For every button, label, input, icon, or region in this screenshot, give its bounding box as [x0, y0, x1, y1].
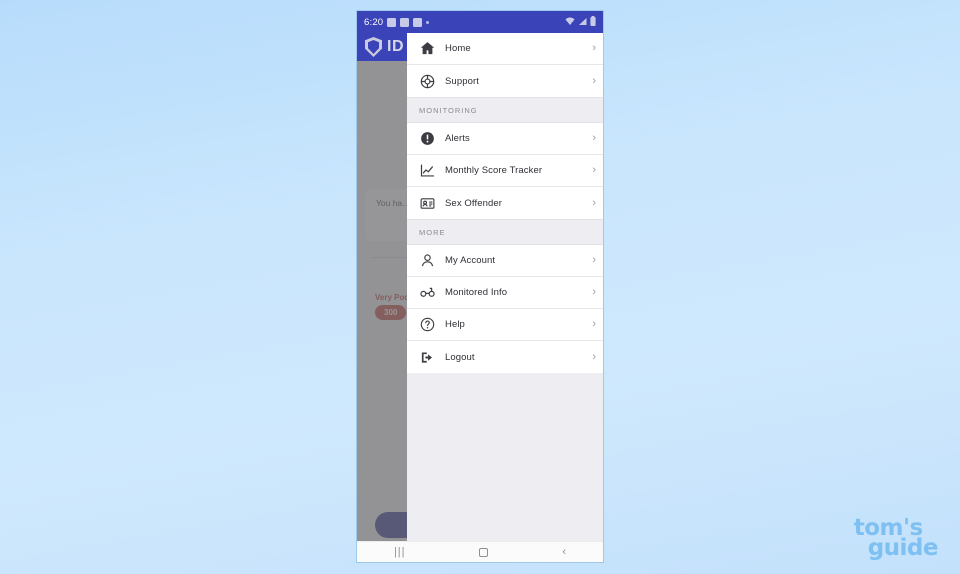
drawer-item-label: Monitored Info — [445, 287, 508, 298]
drawer-section-header-monitoring: MONITORING — [407, 97, 603, 123]
home-icon — [419, 41, 435, 57]
drawer-item-sex-offender[interactable]: Sex Offender › — [407, 187, 603, 219]
drawer-item-label: Monthly Score Tracker — [445, 165, 543, 176]
chevron-right-icon: › — [592, 42, 596, 54]
drawer-item-label: Help — [445, 319, 465, 330]
app-logo-text: ID — [387, 38, 404, 55]
chevron-right-icon: › — [592, 254, 596, 266]
glasses-icon — [419, 285, 435, 301]
drawer-item-label: My Account — [445, 255, 496, 266]
chart-line-icon — [419, 163, 435, 179]
drawer-item-support[interactable]: Support › — [407, 65, 603, 97]
battery-icon — [590, 13, 596, 31]
drawer-item-label: Home — [445, 43, 471, 54]
drawer-edge-shadow — [603, 33, 604, 543]
drawer-section-header-more: MORE — [407, 219, 603, 245]
save-icon — [387, 17, 397, 27]
android-nav-bar: ||| ‹ — [357, 541, 603, 562]
chevron-right-icon: › — [592, 132, 596, 144]
drawer-section-monitoring: Alerts › Monthly Score Tracker › Sex Off… — [407, 123, 603, 219]
status-clock: 6:20 — [364, 16, 384, 28]
status-bar-right — [565, 13, 596, 31]
drawer-item-label: Sex Offender — [445, 197, 503, 209]
drawer-item-label: Logout — [445, 351, 475, 363]
chevron-right-icon: › — [592, 164, 596, 176]
status-bar: 6:20 — [357, 11, 603, 33]
drawer-item-monthly-score-tracker[interactable]: Monthly Score Tracker › — [407, 155, 603, 187]
question-circle-icon — [419, 317, 435, 333]
drawer-section-more: My Account › Monitored Info › Help › Log… — [407, 245, 603, 373]
watermark: tom's guide — [854, 517, 939, 561]
drawer-item-monitored-info[interactable]: Monitored Info › — [407, 277, 603, 309]
watermark-line-2: guide — [867, 535, 939, 561]
chevron-right-icon: › — [592, 196, 596, 209]
shield-icon — [365, 37, 382, 57]
app-badge-icon — [413, 17, 423, 27]
drawer-item-help[interactable]: Help › — [407, 309, 603, 341]
alert-circle-icon — [419, 131, 435, 147]
drawer-section-main: Home › Support › — [407, 33, 603, 97]
chevron-right-icon: › — [592, 318, 596, 330]
lifebuoy-icon — [419, 73, 435, 89]
drawer-item-alerts[interactable]: Alerts › — [407, 123, 603, 155]
wifi-icon — [565, 13, 575, 31]
nav-home-button[interactable] — [479, 547, 489, 557]
logout-icon — [419, 349, 435, 365]
chevron-right-icon: › — [592, 350, 596, 363]
drawer-item-logout[interactable]: Logout › — [407, 341, 603, 373]
chevron-right-icon: › — [592, 74, 596, 87]
nav-back-button[interactable]: ‹ — [562, 546, 566, 558]
signal-icon — [578, 13, 587, 31]
person-icon — [419, 253, 435, 269]
drawer-item-label: Alerts — [445, 133, 470, 144]
chevron-right-icon: › — [592, 286, 596, 298]
nav-recents-button[interactable]: ||| — [394, 546, 406, 558]
drawer-item-my-account[interactable]: My Account › — [407, 245, 603, 277]
id-card-icon — [419, 195, 435, 211]
dot-icon — [426, 20, 430, 24]
mail-icon — [400, 17, 410, 27]
drawer-item-home[interactable]: Home › — [407, 33, 603, 65]
navigation-drawer: Home › Support › MONITORING Alerts › Mon… — [407, 33, 604, 543]
phone-screen: 6:20 ID You ha… review… Very Po — [356, 10, 604, 563]
drawer-item-label: Support — [445, 75, 479, 87]
score-badge: 300 — [375, 305, 407, 320]
status-bar-left: 6:20 — [364, 16, 430, 28]
